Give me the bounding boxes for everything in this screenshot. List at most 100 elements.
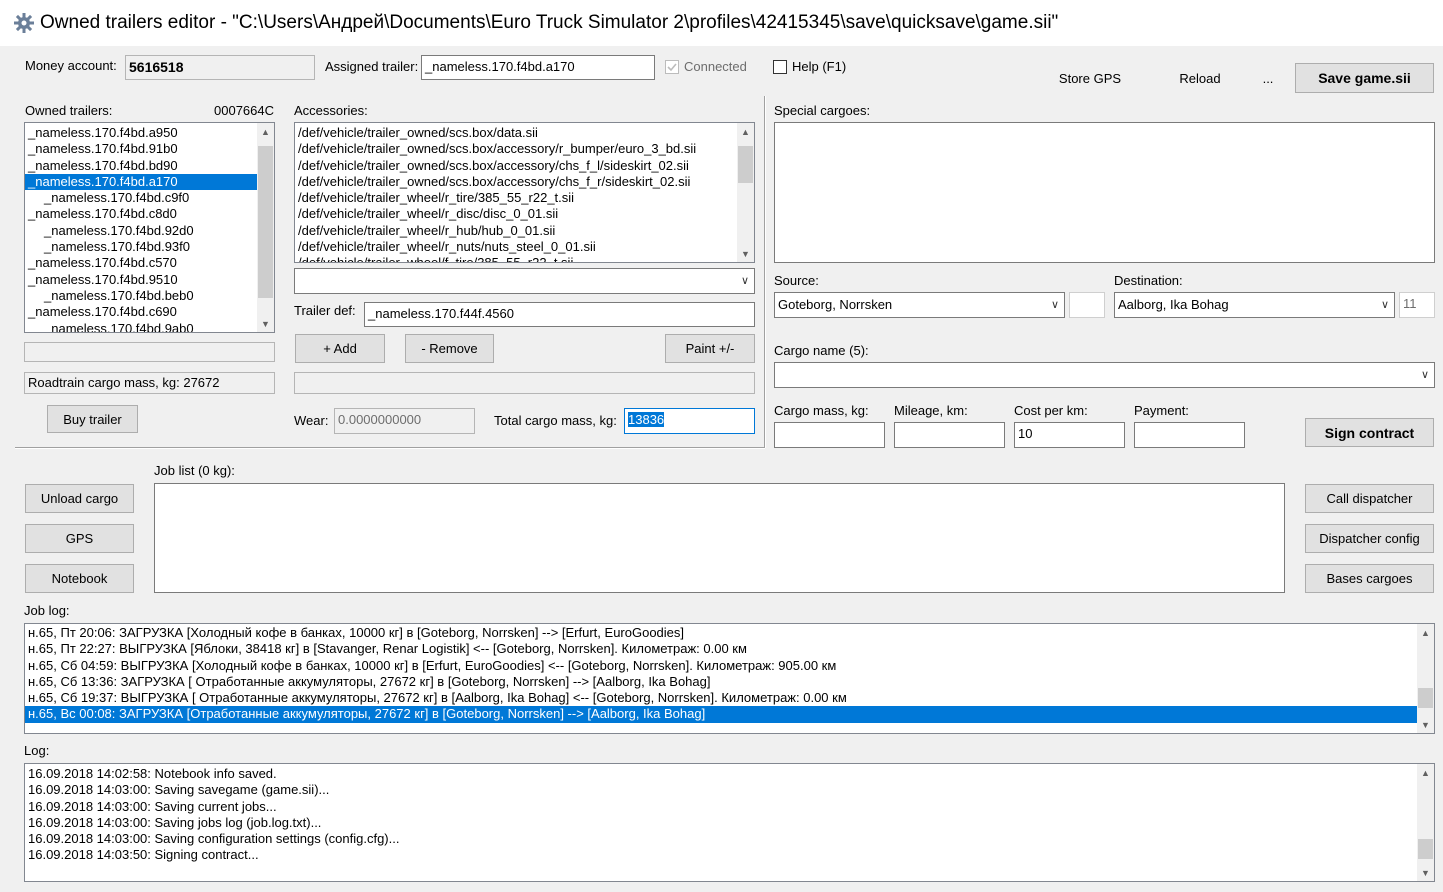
cargo-name-select[interactable]: ∨ [774, 362, 1435, 388]
scroll-down-icon[interactable]: ▼ [1417, 864, 1434, 881]
notebook-button[interactable]: Notebook [25, 564, 134, 593]
total-cargo-mass-field[interactable]: 13836 [624, 408, 755, 434]
log-list[interactable]: 16.09.2018 14:02:58: Notebook info saved… [24, 763, 1435, 882]
owned-trailers-code: 0007664C [214, 103, 274, 118]
destination-num-field[interactable]: 11 [1399, 292, 1435, 318]
job-list-label: Job list (0 kg): [154, 463, 235, 478]
scroll-up-icon[interactable]: ▲ [737, 123, 754, 140]
save-game-button[interactable]: Save game.sii [1295, 63, 1434, 93]
roadtrain-mass-label: Roadtrain cargo mass, kg: 27672 [24, 372, 275, 394]
job-log-entry[interactable]: н.65, Пт 20:06: ЗАГРУЗКА [Холодный кофе … [25, 625, 1417, 641]
cargo-mass-label: Cargo mass, kg: [774, 403, 869, 418]
owned-trailer-item[interactable]: _nameless.170.f4bd.c690 [25, 304, 257, 320]
scroll-down-icon[interactable]: ▼ [1417, 716, 1434, 733]
log-entry[interactable]: 16.09.2018 14:03:00: Saving savegame (ga… [25, 782, 1417, 798]
total-cargo-mass-value: 13836 [628, 412, 665, 427]
cost-per-km-field[interactable]: 10 [1014, 422, 1125, 448]
trailer-def-field[interactable]: _nameless.170.f44f.4560 [364, 302, 755, 327]
job-log-entry[interactable]: н.65, Пт 22:27: ВЫГРУЗКА [Яблоки, 38418 … [25, 641, 1417, 657]
owned-trailer-item[interactable]: _nameless.170.f4bd.a950 [25, 125, 257, 141]
owned-trailers-list[interactable]: _nameless.170.f4bd.a950 _nameless.170.f4b… [24, 122, 275, 333]
accessory-item[interactable]: /def/vehicle/trailer_owned/scs.box/acces… [295, 174, 737, 190]
owned-trailer-item[interactable]: _nameless.170.f4bd.c9f0 [25, 190, 257, 206]
owned-trailer-item[interactable]: _nameless.170.f4bd.a170 [25, 173, 257, 191]
add-accessory-button[interactable]: + Add [295, 334, 385, 363]
scroll-thumb[interactable] [738, 146, 753, 183]
gps-button[interactable]: GPS [25, 524, 134, 553]
job-log-entry[interactable]: н.65, Сб 19:37: ВЫГРУЗКА [ Отработанные … [25, 690, 1417, 706]
scroll-up-icon[interactable]: ▲ [1417, 624, 1434, 641]
accessory-item[interactable]: /def/vehicle/trailer_wheel/r_nuts/nuts_s… [295, 239, 737, 255]
help-checkbox[interactable] [773, 60, 787, 74]
store-gps-button[interactable]: Store GPS [1050, 66, 1130, 90]
owned-trailer-item[interactable]: _nameless.170.f4bd.c570 [25, 255, 257, 271]
scrollbar[interactable]: ▲ ▼ [737, 123, 754, 262]
reload-button[interactable]: Reload [1170, 66, 1230, 90]
job-log-label: Job log: [24, 603, 70, 618]
job-log-entry[interactable]: н.65, Сб 04:59: ВЫГРУЗКА [Холодный кофе … [25, 658, 1417, 674]
remove-accessory-button[interactable]: - Remove [405, 334, 494, 363]
owned-trailer-item[interactable]: _nameless.170.f4bd.9510 [25, 272, 257, 288]
mileage-field[interactable] [894, 422, 1005, 448]
sign-contract-button[interactable]: Sign contract [1305, 418, 1434, 447]
paint-button[interactable]: Paint +/- [665, 334, 755, 363]
log-entry[interactable]: 16.09.2018 14:03:00: Saving jobs log (jo… [25, 815, 1417, 831]
accessory-item[interactable]: /def/vehicle/trailer_wheel/r_tire/385_55… [295, 190, 737, 206]
accessory-item[interactable]: /def/vehicle/trailer_wheel/f_tire/385_55… [295, 255, 737, 262]
chevron-down-icon: ∨ [1420, 369, 1430, 381]
source-label: Source: [774, 273, 819, 288]
scroll-thumb[interactable] [1418, 688, 1433, 708]
scrollbar[interactable]: ▲ ▼ [1417, 624, 1434, 733]
scroll-up-icon[interactable]: ▲ [257, 123, 274, 140]
scroll-up-icon[interactable]: ▲ [1417, 764, 1434, 781]
job-log-entry[interactable]: н.65, Сб 13:36: ЗАГРУЗКА [ Отработанные … [25, 674, 1417, 690]
scrollbar[interactable]: ▲ ▼ [257, 123, 274, 332]
owned-trailer-item[interactable]: _nameless.170.f4bd.c8d0 [25, 206, 257, 222]
connected-checkbox[interactable] [665, 60, 679, 74]
source-extra-field[interactable] [1069, 292, 1105, 318]
special-cargoes-list[interactable] [774, 122, 1435, 263]
cargo-mass-field[interactable] [774, 422, 885, 448]
job-log-entry[interactable]: н.65, Вс 00:08: ЗАГРУЗКА [Отработанные а… [25, 706, 1417, 723]
accessory-item[interactable]: /def/vehicle/trailer_owned/scs.box/acces… [295, 158, 737, 174]
owned-status-field [24, 342, 275, 362]
accessory-item[interactable]: /def/vehicle/trailer_wheel/r_hub/hub_0_0… [295, 223, 737, 239]
owned-trailer-item[interactable]: _nameless.170.f4bd.beb0 [25, 288, 257, 304]
owned-trailer-item[interactable]: _nameless.170.f4bd.9ab0 [25, 321, 257, 332]
scroll-thumb[interactable] [1418, 839, 1433, 859]
owned-trailer-item[interactable]: _nameless.170.f4bd.93f0 [25, 239, 257, 255]
bases-cargoes-button[interactable]: Bases cargoes [1305, 564, 1434, 593]
log-entry[interactable]: 16.09.2018 14:03:00: Saving configuratio… [25, 831, 1417, 847]
assigned-trailer-field[interactable]: _nameless.170.f4bd.a170 [421, 55, 655, 80]
owned-trailer-item[interactable]: _nameless.170.f4bd.bd90 [25, 158, 257, 174]
payment-field[interactable] [1134, 422, 1245, 448]
dispatcher-config-button[interactable]: Dispatcher config [1305, 524, 1434, 553]
accessory-item[interactable]: /def/vehicle/trailer_owned/scs.box/acces… [295, 141, 737, 157]
accessory-item[interactable]: /def/vehicle/trailer_wheel/r_disc/disc_0… [295, 206, 737, 222]
more-button[interactable]: ... [1255, 66, 1281, 90]
log-entry[interactable]: 16.09.2018 14:03:50: Signing contract... [25, 847, 1417, 863]
call-dispatcher-button[interactable]: Call dispatcher [1305, 484, 1434, 513]
scroll-down-icon[interactable]: ▼ [257, 315, 274, 332]
total-cargo-mass-label: Total cargo mass, kg: [494, 413, 617, 428]
log-entry[interactable]: 16.09.2018 14:03:00: Saving current jobs… [25, 799, 1417, 815]
owned-trailer-item[interactable]: _nameless.170.f4bd.91b0 [25, 141, 257, 157]
accessory-select[interactable]: ∨ [294, 268, 755, 294]
buy-trailer-button[interactable]: Buy trailer [47, 405, 138, 433]
accessories-list[interactable]: /def/vehicle/trailer_owned/scs.box/data.… [294, 122, 755, 263]
unload-cargo-button[interactable]: Unload cargo [25, 484, 134, 513]
job-list[interactable] [154, 483, 1285, 593]
scroll-thumb[interactable] [258, 146, 273, 298]
job-log-list[interactable]: н.65, Пт 20:06: ЗАГРУЗКА [Холодный кофе … [24, 623, 1435, 734]
owned-trailer-item[interactable]: _nameless.170.f4bd.92d0 [25, 223, 257, 239]
log-entry[interactable]: 16.09.2018 14:02:58: Notebook info saved… [25, 766, 1417, 782]
destination-select[interactable]: Aalborg, Ika Bohag ∨ [1114, 292, 1395, 318]
trailer-def-label: Trailer def: [294, 303, 356, 318]
scroll-down-icon[interactable]: ▼ [737, 245, 754, 262]
checkmark-icon [667, 63, 677, 72]
accessory-item[interactable]: /def/vehicle/trailer_owned/scs.box/data.… [295, 125, 737, 141]
wear-field[interactable]: 0.0000000000 [334, 408, 475, 434]
money-field[interactable]: 5616518 [125, 55, 315, 80]
source-select[interactable]: Goteborg, Norrsken ∨ [774, 292, 1065, 318]
scrollbar[interactable]: ▲ ▼ [1417, 764, 1434, 881]
